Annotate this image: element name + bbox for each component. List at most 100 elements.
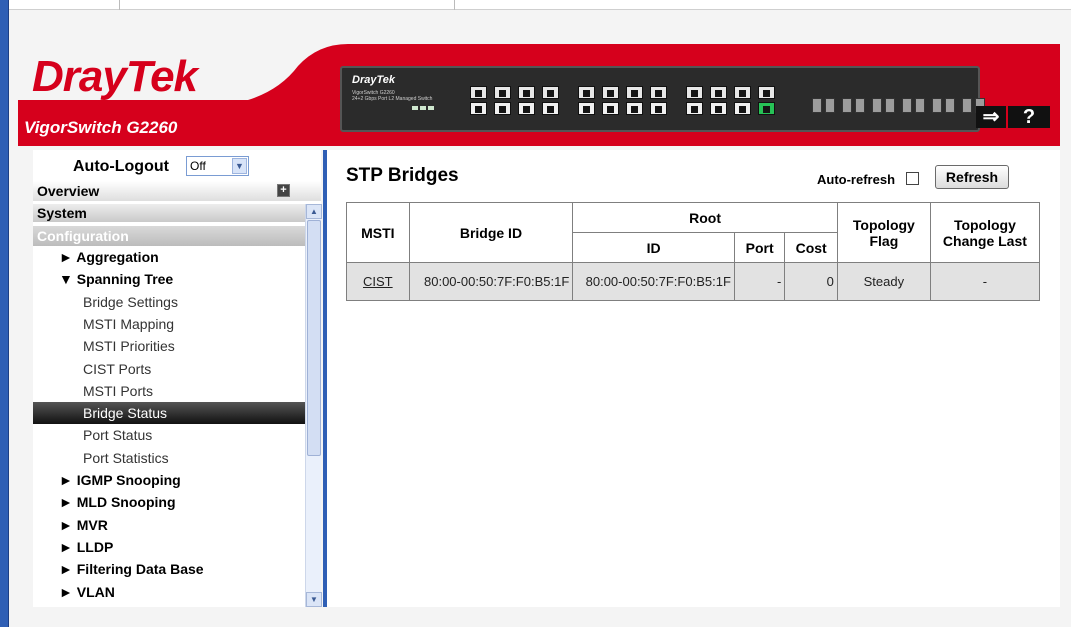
ethernet-port-icon [650, 86, 667, 99]
col-header-msti: MSTI [346, 202, 410, 263]
cell-root-cost: 0 [784, 262, 838, 301]
ethernet-port-icon [734, 102, 751, 115]
main-content: STP Bridges Auto-refresh Refresh MSTI Br… [327, 150, 1060, 607]
cell-bridge-id: 80:00-00:50:7F:F0:B5:1F [408, 262, 574, 301]
sidebar-item[interactable]: ► LLDP [33, 536, 305, 558]
sfp-port-icon [962, 98, 972, 113]
ethernet-port-icon [518, 86, 535, 99]
autologout-label: Auto-Logout [73, 158, 169, 175]
sfp-port-icon [825, 98, 835, 113]
cell-topology-flag: Steady [836, 262, 931, 301]
top-strip [9, 0, 1071, 10]
sfp-port-icon [902, 98, 912, 113]
refresh-button[interactable]: Refresh [935, 165, 1009, 189]
col-header-root: Root [572, 202, 838, 233]
sidebar-item[interactable]: Bridge Settings [33, 291, 305, 313]
sidebar-item[interactable]: ► MVR [33, 514, 305, 536]
sidebar-item[interactable]: MSTI Mapping [33, 313, 305, 335]
ethernet-port-icon [602, 86, 619, 99]
sidebar-item[interactable]: Port Status [33, 424, 305, 446]
help-icon[interactable]: ? [1008, 106, 1050, 128]
autorefresh-label: Auto-refresh [817, 172, 896, 187]
ethernet-port-icon [626, 102, 643, 115]
ethernet-port-icon [578, 86, 595, 99]
browser-frame: DrayTek VigorSwitch G2260 DrayTek VigorS… [0, 0, 1071, 627]
msti-link[interactable]: CIST [363, 274, 393, 289]
col-header-topology-flag: Topology Flag [836, 202, 931, 263]
col-header-root-id: ID [572, 232, 735, 263]
scrollbar-thumb[interactable] [307, 220, 321, 456]
autologout-value: Off [190, 159, 206, 173]
sidebar-item[interactable]: MSTI Priorities [33, 335, 305, 357]
cell-topology-change-last: - [929, 262, 1041, 301]
sfp-port-icon [932, 98, 942, 113]
sidebar-item[interactable]: ► Aggregation [33, 246, 305, 268]
switch-front-panel: DrayTek VigorSwitch G2260 24+2 Gbps Port… [340, 66, 985, 132]
ethernet-port-icon [602, 102, 619, 115]
logout-icon[interactable]: ⇒ [976, 106, 1006, 128]
ethernet-port-icon [494, 86, 511, 99]
sidebar-item[interactable]: ▼ Spanning Tree [33, 268, 305, 290]
sidebar-item[interactable]: ► MLD Snooping [33, 491, 305, 513]
menu-section-overview[interactable]: Overview + [33, 181, 321, 201]
device-model-subline: 24+2 Gbps Port L2 Managed Switch [352, 96, 433, 102]
cell-root-id: 80:00-00:50:7F:F0:B5:1F [572, 262, 735, 301]
sfp-port-icon [945, 98, 955, 113]
left-window-border [0, 0, 9, 627]
autologout-select[interactable]: Off ▼ [186, 156, 249, 176]
chevron-down-icon[interactable]: ▼ [232, 158, 247, 174]
ethernet-port-icon [686, 86, 703, 99]
ethernet-port-icon [578, 102, 595, 115]
ethernet-port-icon [626, 86, 643, 99]
stp-bridges-table: MSTI Bridge ID Root Topology Flag Topolo… [346, 202, 1041, 301]
ethernet-port-icon [758, 86, 775, 99]
sidebar-item[interactable]: ► Filtering Data Base [33, 558, 305, 580]
status-led-icon [420, 106, 426, 110]
header-banner: DrayTek VigorSwitch G2260 DrayTek VigorS… [18, 44, 1060, 146]
cell-root-port: - [733, 262, 786, 301]
sidebar-item[interactable]: Bridge Status [33, 402, 305, 425]
ethernet-port-icon [470, 102, 487, 115]
sidebar-item[interactable]: CIST Ports [33, 358, 305, 380]
ethernet-port-icon [542, 86, 559, 99]
menu-section-configuration[interactable]: Configuration [33, 226, 305, 246]
menu-section-system[interactable]: System [33, 204, 305, 222]
cell-msti[interactable]: CIST [346, 262, 410, 301]
autorefresh-checkbox[interactable] [906, 172, 919, 185]
sfp-port-icon [872, 98, 882, 113]
ethernet-port-icon [710, 102, 727, 115]
col-header-topology-change-last: Topology Change Last [929, 202, 1041, 263]
scroll-down-icon[interactable]: ▼ [306, 592, 322, 607]
sidebar: Auto-Logout Off ▼ Overview + System Conf… [33, 150, 322, 607]
status-led-icon [428, 106, 434, 110]
model-name: VigorSwitch G2260 [24, 118, 178, 137]
col-header-root-cost: Cost [784, 232, 838, 263]
table-row: CIST 80:00-00:50:7F:F0:B5:1F 80:00-00:50… [346, 262, 1041, 301]
ethernet-port-icon [518, 102, 535, 115]
sfp-port-icon [885, 98, 895, 113]
sfp-port-icon [915, 98, 925, 113]
sfp-port-icon [812, 98, 822, 113]
ethernet-port-icon [650, 102, 667, 115]
ethernet-port-icon [470, 86, 487, 99]
sidebar-scrollbar[interactable]: ▲ ▼ [305, 204, 322, 607]
status-led-icon [412, 106, 418, 110]
device-model-label: VigorSwitch G2260 24+2 Gbps Port L2 Mana… [352, 90, 432, 102]
page-title: STP Bridges [346, 165, 459, 186]
draytek-logo: DrayTek [32, 52, 198, 101]
sidebar-item[interactable]: ► VLAN [33, 581, 305, 603]
menu-section-overview-label: Overview [37, 183, 100, 199]
ethernet-port-icon [494, 102, 511, 115]
ethernet-port-icon [542, 102, 559, 115]
ethernet-port-icon [686, 102, 703, 115]
sidebar-item[interactable]: Port Statistics [33, 447, 305, 469]
ethernet-port-icon [710, 86, 727, 99]
ethernet-port-icon [758, 102, 775, 115]
col-header-bridge-id: Bridge ID [408, 202, 574, 263]
sidebar-item[interactable]: MSTI Ports [33, 380, 305, 402]
col-header-root-port: Port [733, 232, 786, 263]
expand-plus-icon[interactable]: + [277, 184, 290, 197]
scroll-up-icon[interactable]: ▲ [306, 204, 322, 219]
sidebar-item[interactable]: ► IGMP Snooping [33, 469, 305, 491]
device-brand-label: DrayTek [352, 74, 396, 86]
